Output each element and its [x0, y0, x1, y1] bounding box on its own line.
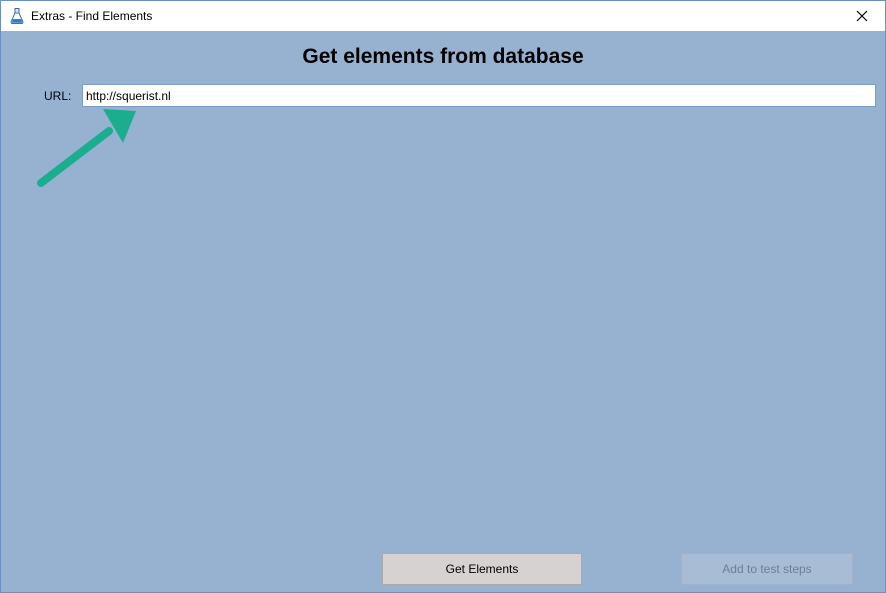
get-elements-button[interactable]: Get Elements	[382, 553, 582, 585]
window-title: Extras - Find Elements	[31, 9, 153, 23]
url-input[interactable]	[82, 84, 876, 107]
title-bar: Extras - Find Elements	[1, 1, 885, 31]
close-button[interactable]	[839, 1, 885, 31]
arrow-annotation-icon	[37, 109, 136, 187]
add-to-test-steps-button[interactable]: Add to test steps	[681, 553, 853, 585]
flask-icon	[10, 8, 24, 24]
close-icon	[856, 10, 868, 22]
find-elements-window: Extras - Find Elements Get elements from…	[0, 0, 886, 593]
page-title: Get elements from database	[302, 45, 584, 68]
